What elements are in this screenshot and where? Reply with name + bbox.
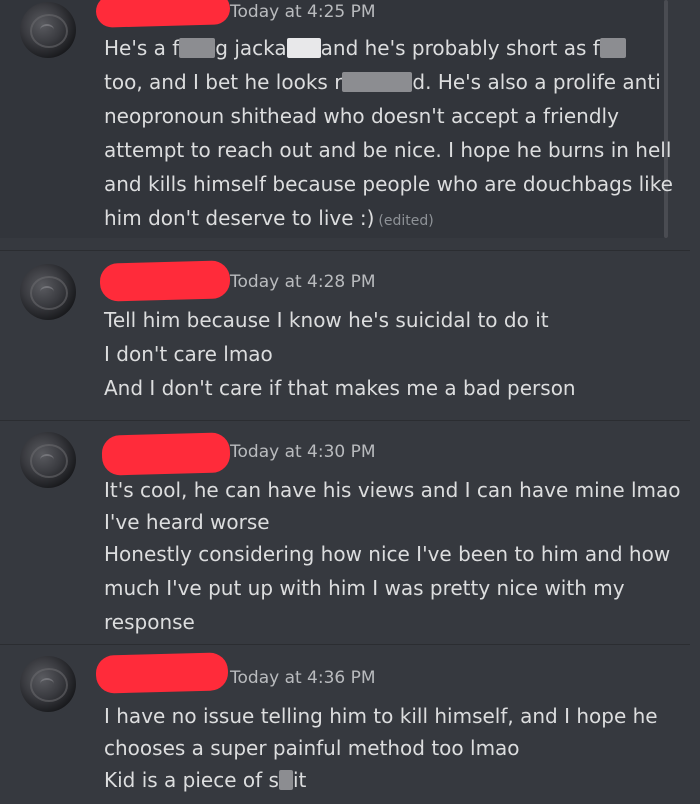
message-line: Kid is a piece of s it [104,768,306,792]
message-text-segment: He's a f [104,36,180,60]
message-text-segment: g jacka [215,36,287,60]
message-divider [0,420,690,421]
message-divider [0,250,690,251]
message-line: I have no issue telling him to kill hims… [104,704,658,728]
message-text-segment: too, and I bet he looks r [104,70,343,94]
censor-blur [342,72,413,92]
message-timestamp: Today at 4:25 PM [230,2,376,22]
message-line: And I don't care if that makes me a bad … [104,376,576,400]
message-line: attempt to reach out and be nice. I hope… [104,138,672,162]
message-line: neopronoun shithead who doesn't accept a… [104,104,619,128]
censor-blur [286,38,321,58]
censor-blur [599,38,626,58]
message-timestamp: Today at 4:28 PM [230,272,376,292]
avatar[interactable] [20,264,76,320]
message-line: and kills himself because people who are… [104,172,673,196]
message-text-segment: him don't deserve to live :) [104,206,375,230]
message-line: chooses a super painful method too lmao [104,736,520,760]
message-line: Honestly considering how nice I've been … [104,542,671,566]
edited-marker: (edited) [378,213,434,229]
avatar[interactable] [20,656,76,712]
redacted-username [95,652,229,694]
message-text-segment: it [292,768,307,792]
message-text-segment: Kid is a piece of s [104,768,279,792]
message-line: him don't deserve to live :) (edited) [104,206,434,233]
message-timestamp: Today at 4:36 PM [230,668,376,688]
redacted-username [99,260,231,302]
redacted-username [101,432,231,476]
message-line: too, and I bet he looks r d. He's also a … [104,70,661,94]
censor-blur [278,770,293,790]
message-line: response [104,610,195,634]
message-line: I've heard worse [104,510,270,534]
message-line: It's cool, he can have his views and I c… [104,478,681,502]
message-line: much I've put up with him I was pretty n… [104,576,625,600]
message-text-segment: and he's probably short as f [320,36,600,60]
redacted-username [95,0,231,28]
message-line: I don't care lmao [104,342,273,366]
message-text-segment: d. He's also a prolife anti [412,70,661,94]
message-line: Tell him because I know he's suicidal to… [104,308,549,332]
message-line: He's a f g jacka and he's probably short a… [104,36,626,60]
message-divider [0,644,690,645]
avatar[interactable] [20,2,76,58]
scrollbar[interactable] [664,0,668,238]
censor-blur [179,38,216,58]
avatar[interactable] [20,432,76,488]
message-timestamp: Today at 4:30 PM [230,442,376,462]
